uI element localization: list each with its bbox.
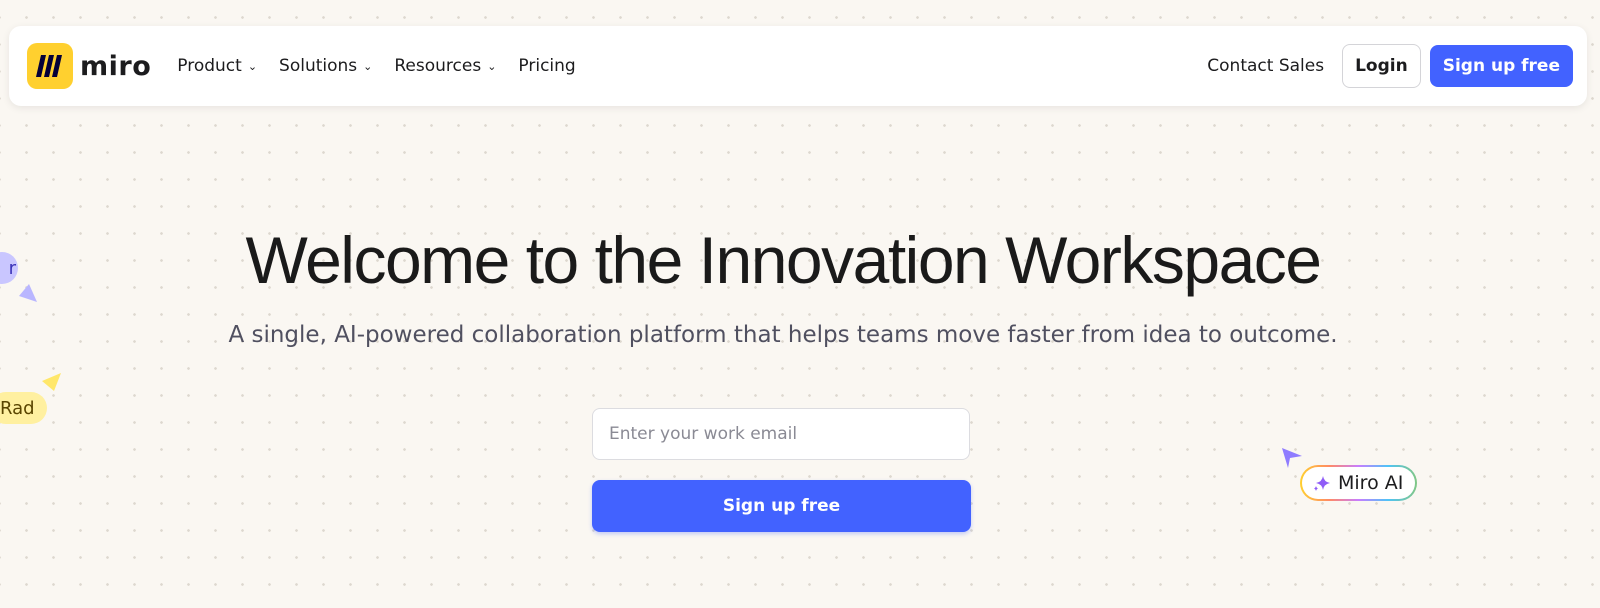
login-button[interactable]: Login	[1342, 44, 1421, 88]
chevron-down-icon: ⌄	[487, 59, 497, 73]
tag-label: r	[8, 257, 16, 279]
menu-label: Product	[177, 56, 242, 76]
menu-pricing[interactable]: Pricing	[518, 56, 575, 76]
chevron-down-icon: ⌄	[247, 59, 258, 73]
chevron-down-icon: ⌄	[363, 59, 373, 73]
cursor-icon	[42, 373, 61, 391]
miro-logo-icon	[27, 43, 73, 89]
miro-logo[interactable]: miro	[27, 43, 151, 89]
menu-product[interactable]: Product ⌄	[177, 56, 257, 76]
email-input[interactable]	[592, 408, 970, 460]
menu-label: Resources	[394, 56, 482, 76]
hero-title: Welcome to the Innovation Workspace	[245, 223, 1322, 297]
cursor-icon	[1282, 448, 1302, 468]
signup-button-nav[interactable]: Sign up free	[1429, 45, 1573, 87]
miro-ai-tag: Miro AI	[1300, 465, 1417, 501]
cursor-icon	[19, 284, 37, 302]
menu-label: Solutions	[279, 56, 358, 76]
contact-sales-link[interactable]: Contact Sales	[1207, 56, 1324, 76]
tag-label: Rad	[0, 397, 35, 419]
main-menu: Product ⌄ Solutions ⌄ Resources ⌄ Pricing	[177, 56, 575, 76]
brand-name: miro	[80, 50, 152, 82]
menu-solutions[interactable]: Solutions ⌄	[279, 56, 372, 76]
ai-label: Miro AI	[1338, 472, 1404, 494]
sparkle-icon	[1314, 476, 1330, 491]
menu-resources[interactable]: Resources ⌄	[394, 56, 496, 76]
signup-button[interactable]: Sign up free	[592, 480, 971, 532]
collaborator-tag-yellow: Rad	[0, 392, 47, 424]
menu-label: Pricing	[518, 56, 576, 76]
top-navbar: miro Product ⌄ Solutions ⌄ Resources ⌄ Pric…	[9, 26, 1587, 106]
hero-subtitle: A single, AI-powered collaboration platf…	[228, 322, 1338, 348]
